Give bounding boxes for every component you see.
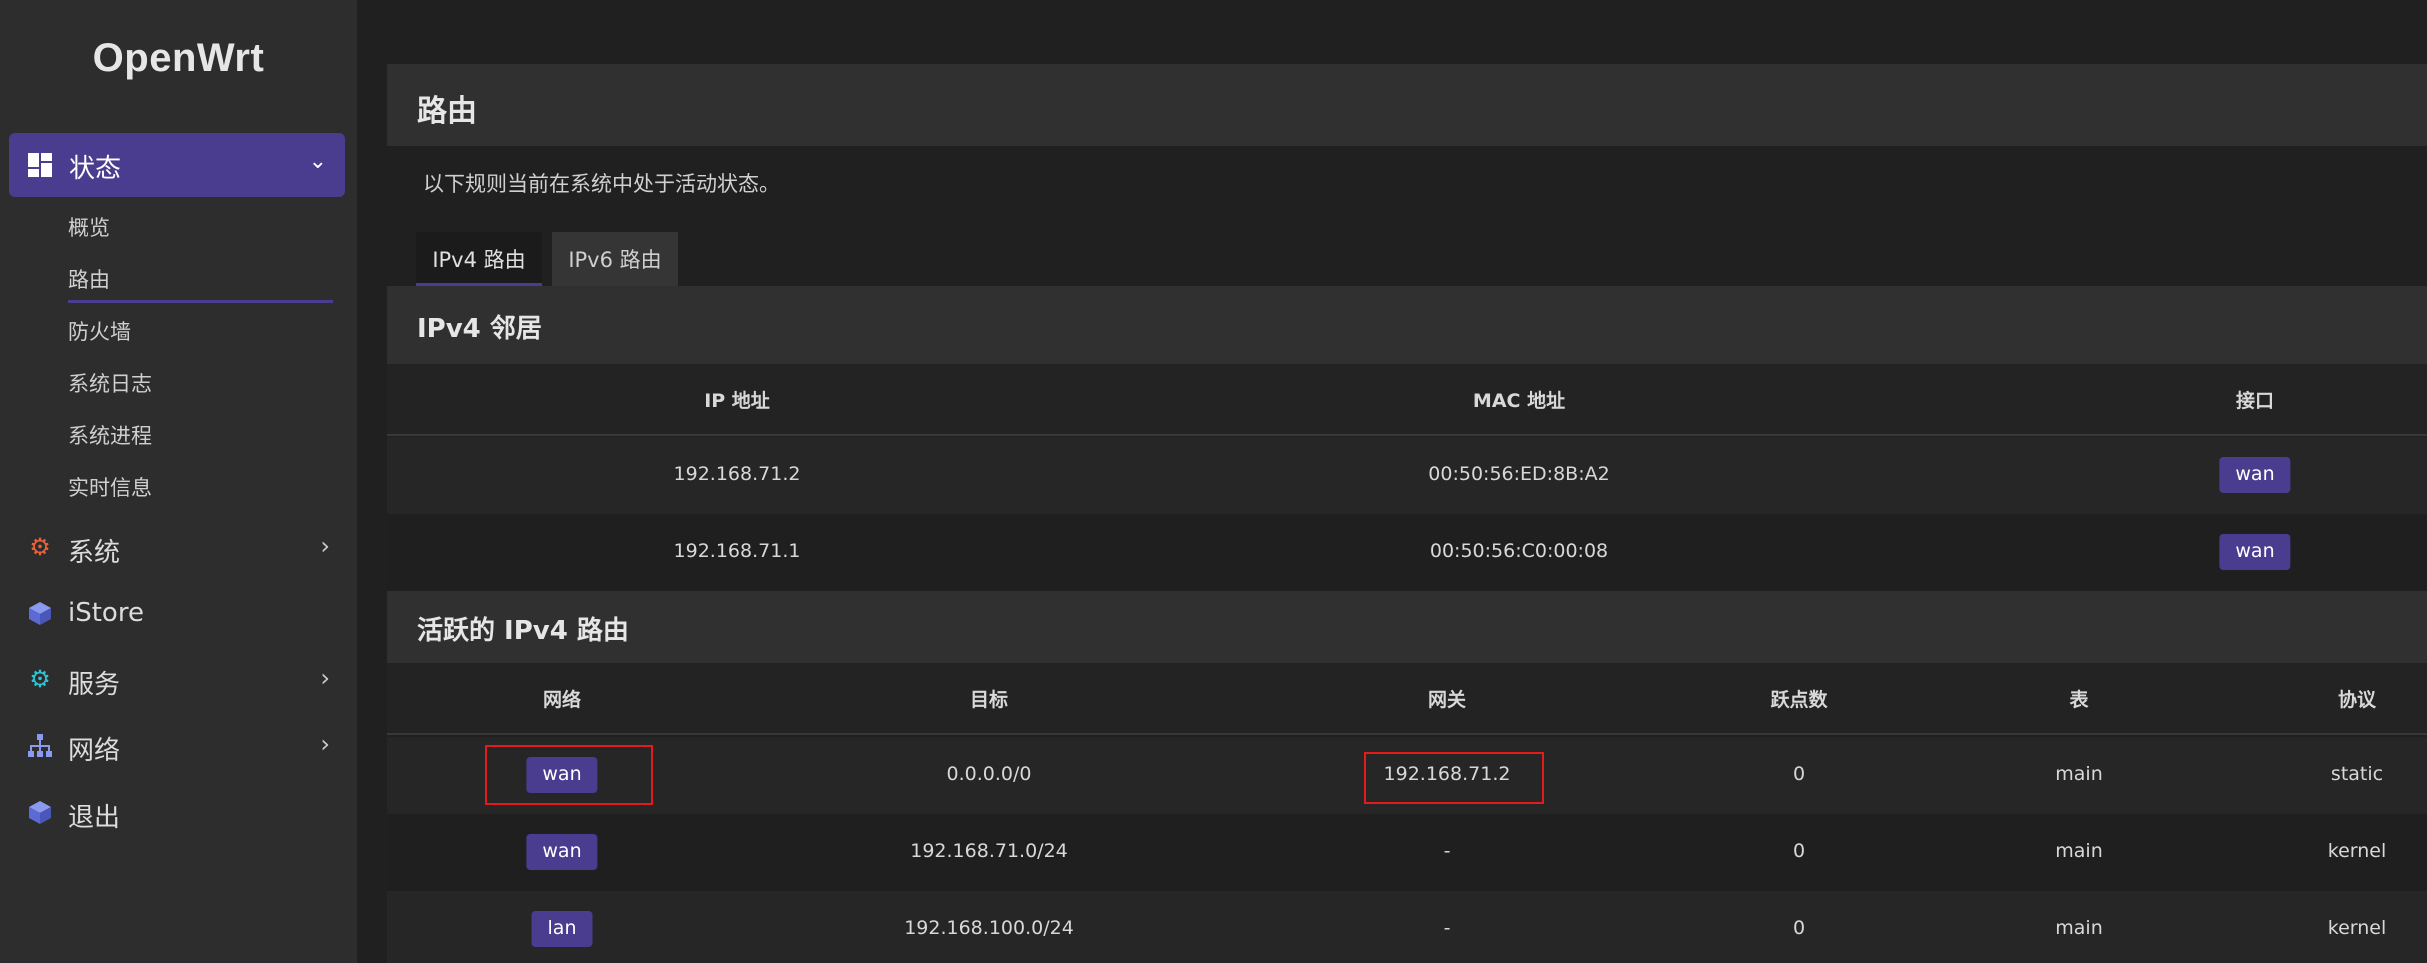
table-row: lan 192.168.100.0/24 - 0 main kernel xyxy=(387,891,2427,963)
sidebar-item-system[interactable]: ⚙ 系统 › xyxy=(0,522,357,572)
sidebar-subitem-routes[interactable]: 路由 xyxy=(68,264,110,294)
neighbor-ip: 192.168.71.2 xyxy=(673,463,801,485)
column-header-mac: MAC 地址 xyxy=(1472,390,1566,412)
gear-icon: ⚙ xyxy=(29,533,51,561)
route-protocol: kernel xyxy=(2327,917,2387,939)
sidebar-item-system-label: 系统 xyxy=(68,538,121,568)
neighbors-title: IPv4 邻居 xyxy=(417,314,542,344)
route-target: 192.168.71.0/24 xyxy=(910,840,1068,862)
column-header-protocol: 协议 xyxy=(2337,689,2377,711)
column-header-target: 目标 xyxy=(969,689,1009,711)
network-badge[interactable]: wan xyxy=(526,834,598,870)
neighbors-header: IPv4 邻居 xyxy=(387,286,2427,364)
gears-icon: ⚙ xyxy=(29,665,51,693)
routes-table-header: 网络 目标 网关 跃点数 表 协议 xyxy=(387,663,2427,735)
route-metric: 0 xyxy=(1792,840,1806,862)
route-metric: 0 xyxy=(1792,763,1806,785)
openwrt-logo[interactable]: OpenWrt xyxy=(0,36,357,81)
sidebar-subitem-realtime[interactable]: 实时信息 xyxy=(68,472,152,502)
sidebar-item-istore[interactable]: iStore xyxy=(0,588,357,638)
chevron-down-icon: ⌄ xyxy=(308,149,327,174)
sidebar-item-network-label: 网络 xyxy=(68,736,121,766)
route-metric: 0 xyxy=(1792,917,1806,939)
table-row: 192.168.71.1 00:50:56:C0:00:08 wan xyxy=(387,514,2427,591)
neighbor-mac: 00:50:56:C0:00:08 xyxy=(1429,540,1609,562)
table-row: 192.168.71.2 00:50:56:ED:8B:A2 wan xyxy=(387,437,2427,514)
neighbors-table-header: IP 地址 MAC 地址 接口 xyxy=(387,364,2427,436)
sidebar-item-status[interactable]: 状态 ⌄ xyxy=(9,133,345,197)
route-protocol: kernel xyxy=(2327,840,2387,862)
route-table: main xyxy=(2055,840,2103,862)
sidebar: OpenWrt 状态 ⌄ 概览 路由 防火墙 系统日志 系统进程 实时信息 ⚙ … xyxy=(0,0,357,963)
sidebar-item-status-label: 状态 xyxy=(69,154,122,184)
sidebar-item-istore-label: iStore xyxy=(68,598,144,628)
route-protocol: static xyxy=(2330,763,2384,785)
column-header-table: 表 xyxy=(2069,689,2089,711)
column-header-gateway: 网关 xyxy=(1427,689,1467,711)
routes-header: 活跃的 IPv4 路由 xyxy=(387,591,2427,663)
sidebar-item-logout[interactable]: 退出 xyxy=(0,787,357,837)
network-badge[interactable]: lan xyxy=(531,911,593,947)
main-content: 路由 以下规则当前在系统中处于活动状态。 IPv4 路由 IPv6 路由 IPv… xyxy=(357,0,2427,963)
neighbor-ip: 192.168.71.1 xyxy=(673,540,801,562)
highlight-box-gateway xyxy=(1364,752,1544,804)
tab-ipv6-routes[interactable]: IPv6 路由 xyxy=(552,232,678,286)
sidebar-subitem-firewall[interactable]: 防火墙 xyxy=(68,316,131,346)
table-row: wan 192.168.71.0/24 - 0 main kernel xyxy=(387,814,2427,891)
chevron-right-icon: › xyxy=(320,532,330,560)
column-header-interface: 接口 xyxy=(2235,390,2275,412)
network-icon xyxy=(28,734,52,757)
highlight-box-network xyxy=(485,745,653,805)
sidebar-item-services[interactable]: ⚙ 服务 › xyxy=(0,654,357,704)
cube-icon xyxy=(29,801,51,824)
cube-icon xyxy=(29,602,51,625)
route-gateway: - xyxy=(1443,917,1451,939)
interface-badge[interactable]: wan xyxy=(2219,457,2291,493)
page-title-bar: 路由 xyxy=(387,64,2427,146)
sidebar-item-network[interactable]: 网络 › xyxy=(0,720,357,770)
sidebar-item-logout-label: 退出 xyxy=(68,803,121,833)
neighbor-mac: 00:50:56:ED:8B:A2 xyxy=(1428,463,1610,485)
route-table: main xyxy=(2055,917,2103,939)
chevron-right-icon: › xyxy=(320,664,330,692)
sidebar-subitem-syslog[interactable]: 系统日志 xyxy=(68,368,152,398)
route-gateway: - xyxy=(1443,840,1451,862)
tab-ipv4-routes[interactable]: IPv4 路由 xyxy=(416,232,542,286)
route-target: 0.0.0.0/0 xyxy=(946,763,1032,785)
active-subitem-underline xyxy=(68,300,333,303)
page-title: 路由 xyxy=(417,94,477,129)
page-description: 以下规则当前在系统中处于活动状态。 xyxy=(423,172,780,196)
column-header-network: 网络 xyxy=(542,689,582,711)
sidebar-item-services-label: 服务 xyxy=(68,670,121,700)
chevron-right-icon: › xyxy=(320,730,330,758)
sidebar-subitem-processes[interactable]: 系统进程 xyxy=(68,420,152,450)
column-header-ip: IP 地址 xyxy=(704,390,770,412)
sidebar-subitem-overview[interactable]: 概览 xyxy=(68,212,110,242)
column-header-metric: 跃点数 xyxy=(1770,689,1828,711)
interface-badge[interactable]: wan xyxy=(2219,534,2291,570)
routes-title: 活跃的 IPv4 路由 xyxy=(417,616,629,646)
dashboard-icon xyxy=(28,153,52,177)
route-target: 192.168.100.0/24 xyxy=(904,917,1074,939)
route-table: main xyxy=(2055,763,2103,785)
